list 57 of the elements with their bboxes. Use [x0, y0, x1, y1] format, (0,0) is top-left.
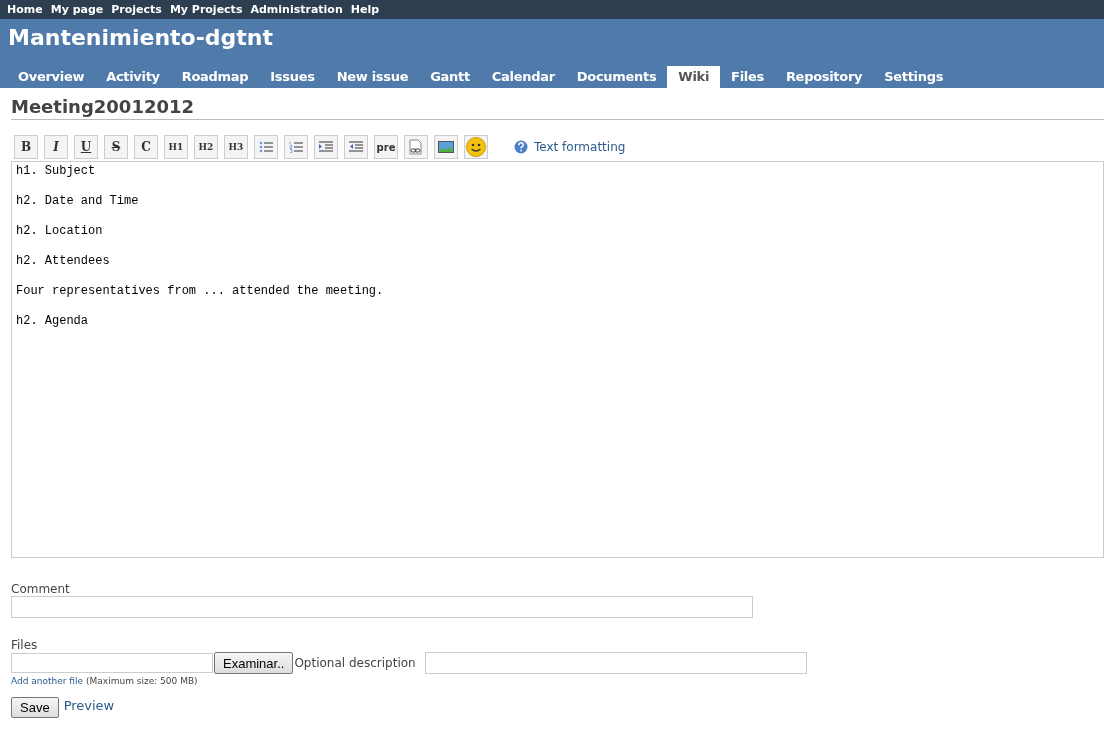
bullet-list-icon [259, 141, 273, 153]
top-menu-link[interactable]: Home [3, 3, 47, 16]
add-file-link[interactable]: Add another file [11, 676, 84, 686]
preview-link[interactable]: Preview [63, 698, 115, 713]
description-field[interactable] [424, 652, 807, 674]
format-button[interactable]: H1 [164, 135, 188, 159]
project-tab[interactable]: Issues [259, 66, 326, 88]
page-title: Meeting20012012 [11, 96, 1104, 120]
project-tab[interactable]: New issue [325, 66, 420, 88]
project-tab[interactable]: Repository [774, 66, 874, 88]
top-menu-link[interactable]: Administration [246, 3, 347, 16]
project-tab[interactable]: Files [720, 66, 775, 88]
chain-link-icon [409, 139, 423, 155]
format-button[interactable]: B [14, 135, 38, 159]
project-tab[interactable]: Activity [95, 66, 171, 88]
optional-description-label: Optional description [294, 656, 416, 670]
format-button[interactable]: I [44, 135, 68, 159]
help-icon [514, 140, 528, 154]
format-button[interactable]: H3 [224, 135, 248, 159]
link-button[interactable] [404, 135, 428, 159]
numbered-list-icon [289, 141, 303, 153]
bullet-list-button[interactable] [254, 135, 278, 159]
file-path-field[interactable] [11, 653, 213, 673]
text-formatting-link[interactable]: Text formatting [534, 140, 626, 154]
format-button[interactable]: H2 [194, 135, 218, 159]
project-tab[interactable]: Wiki [667, 66, 721, 88]
files-label: Files [11, 638, 39, 652]
top-menu-link[interactable]: My Projects [165, 3, 247, 16]
indent-button[interactable] [314, 135, 338, 159]
outdent-button[interactable] [344, 135, 368, 159]
image-icon [438, 141, 454, 153]
project-tab[interactable]: Gantt [419, 66, 481, 88]
project-tab[interactable]: Overview [7, 66, 96, 88]
comment-field[interactable] [11, 596, 753, 618]
project-tab[interactable]: Documents [565, 66, 668, 88]
project-title: Mantenimiento-dgtnt [8, 25, 275, 50]
browse-button[interactable]: Examinar.. [214, 652, 294, 674]
format-button[interactable]: S [104, 135, 128, 159]
project-tab[interactable]: Calendar [480, 66, 566, 88]
top-menu-link[interactable]: My page [46, 3, 108, 16]
image-button[interactable] [434, 135, 458, 159]
outdent-icon [349, 141, 363, 153]
format-button[interactable]: U [74, 135, 98, 159]
maximum-size-note: (Maximum size: 500 MB) [86, 676, 198, 686]
indent-icon [319, 141, 333, 153]
save-button[interactable]: Save [11, 697, 59, 718]
project-tab[interactable]: Settings [873, 66, 955, 88]
format-button[interactable]: C [134, 135, 158, 159]
top-menu-link[interactable]: Projects [107, 3, 166, 16]
smiley-icon [466, 137, 486, 157]
format-button[interactable]: pre [374, 135, 398, 159]
numbered-list-button[interactable] [284, 135, 308, 159]
project-tab[interactable]: Roadmap [170, 66, 260, 88]
top-menu-link[interactable]: Help [346, 3, 384, 16]
comment-label: Comment [11, 582, 71, 596]
smiley-button[interactable] [464, 135, 488, 159]
wiki-text-area[interactable]: h1. Subject h2. Date and Time h2. Location h2. Attendees Four representatives from ... attended the meeting. h2. Agenda [11, 161, 1104, 558]
